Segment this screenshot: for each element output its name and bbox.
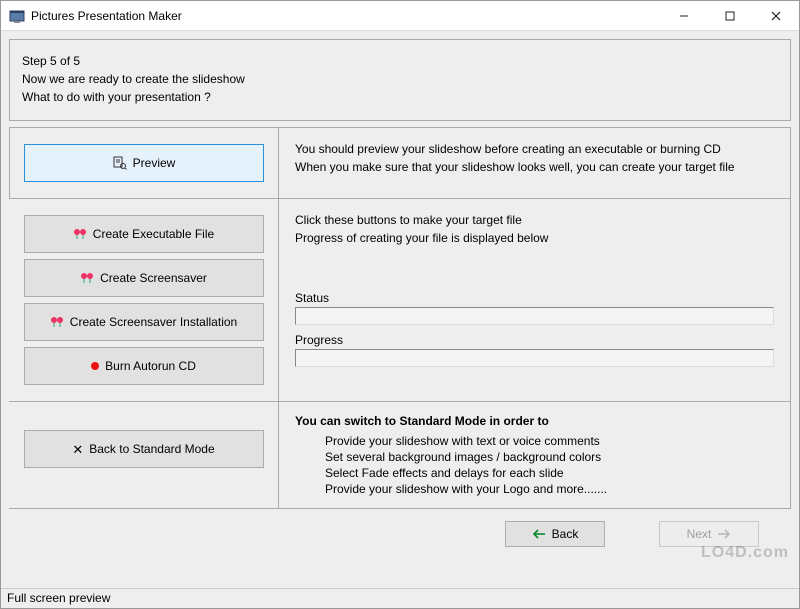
x-icon: ✕ [72,443,83,456]
titlebar: Pictures Presentation Maker [1,1,799,31]
preview-info-2: When you make sure that your slideshow l… [295,160,780,174]
std-line-2: Set several background images / backgrou… [325,450,780,464]
create-screensaver-label: Create Screensaver [100,271,207,285]
back-to-standard-label: Back to Standard Mode [89,442,214,456]
question-label: What to do with your presentation ? [22,90,778,104]
progress-label: Progress [295,333,780,347]
create-executable-label: Create Executable File [93,227,214,241]
std-line-1: Provide your slideshow with text or voic… [325,434,780,448]
standard-info-cell: You can switch to Standard Mode in order… [279,402,791,509]
back-to-standard-button[interactable]: ✕ Back to Standard Mode [24,430,264,468]
standard-bold: You can switch to Standard Mode in order… [295,414,780,428]
std-line-4: Provide your slideshow with your Logo an… [325,482,780,496]
flower-icon [80,272,94,284]
arrow-left-icon [532,529,546,539]
arrow-right-icon [717,529,731,539]
status-field [295,307,774,325]
wizard-header: Step 5 of 5 Now we are ready to create t… [9,39,791,121]
app-icon [9,8,25,24]
back-button-label: Back [552,527,579,541]
statusbar: Full screen preview [1,588,799,608]
create-screensaver-install-label: Create Screensaver Installation [70,315,237,329]
preview-icon [113,156,127,170]
preview-info-cell: You should preview your slideshow before… [279,127,791,199]
progress-bar [295,349,774,367]
step-label: Step 5 of 5 [22,54,778,68]
standard-bullets: Provide your slideshow with text or voic… [325,434,780,496]
target-info-1: Click these buttons to make your target … [295,213,780,227]
content-area: Step 5 of 5 Now we are ready to create t… [1,31,799,588]
create-cell: Create Executable File Create Screensave… [9,199,279,402]
burn-cd-button[interactable]: Burn Autorun CD [24,347,264,385]
preview-info-1: You should preview your slideshow before… [295,142,780,156]
flower-icon [73,228,87,240]
next-button: Next [659,521,759,547]
status-label: Status [295,291,780,305]
std-line-3: Select Fade effects and delays for each … [325,466,780,480]
application-window: Pictures Presentation Maker Step 5 of 5 … [0,0,800,609]
create-screensaver-install-button[interactable]: Create Screensaver Installation [24,303,264,341]
flower-icon [50,316,64,328]
preview-button[interactable]: Preview [24,144,264,182]
standard-cell: ✕ Back to Standard Mode [9,402,279,509]
back-button[interactable]: Back [505,521,605,547]
create-screensaver-button[interactable]: Create Screensaver [24,259,264,297]
create-info-cell: Click these buttons to make your target … [279,199,791,402]
target-info-2: Progress of creating your file is displa… [295,231,780,245]
minimize-button[interactable] [661,1,707,30]
preview-button-label: Preview [133,156,176,170]
create-executable-button[interactable]: Create Executable File [24,215,264,253]
ready-label: Now we are ready to create the slideshow [22,72,778,86]
wizard-grid: Preview You should preview your slidesho… [9,127,791,509]
preview-cell: Preview [9,127,279,199]
next-button-label: Next [687,527,712,541]
window-controls [661,1,799,30]
maximize-button[interactable] [707,1,753,30]
burn-cd-label: Burn Autorun CD [105,359,196,373]
window-title: Pictures Presentation Maker [31,9,661,23]
close-button[interactable] [753,1,799,30]
nav-row: Back Next [9,513,791,553]
statusbar-text: Full screen preview [7,591,110,605]
record-icon [91,362,99,370]
